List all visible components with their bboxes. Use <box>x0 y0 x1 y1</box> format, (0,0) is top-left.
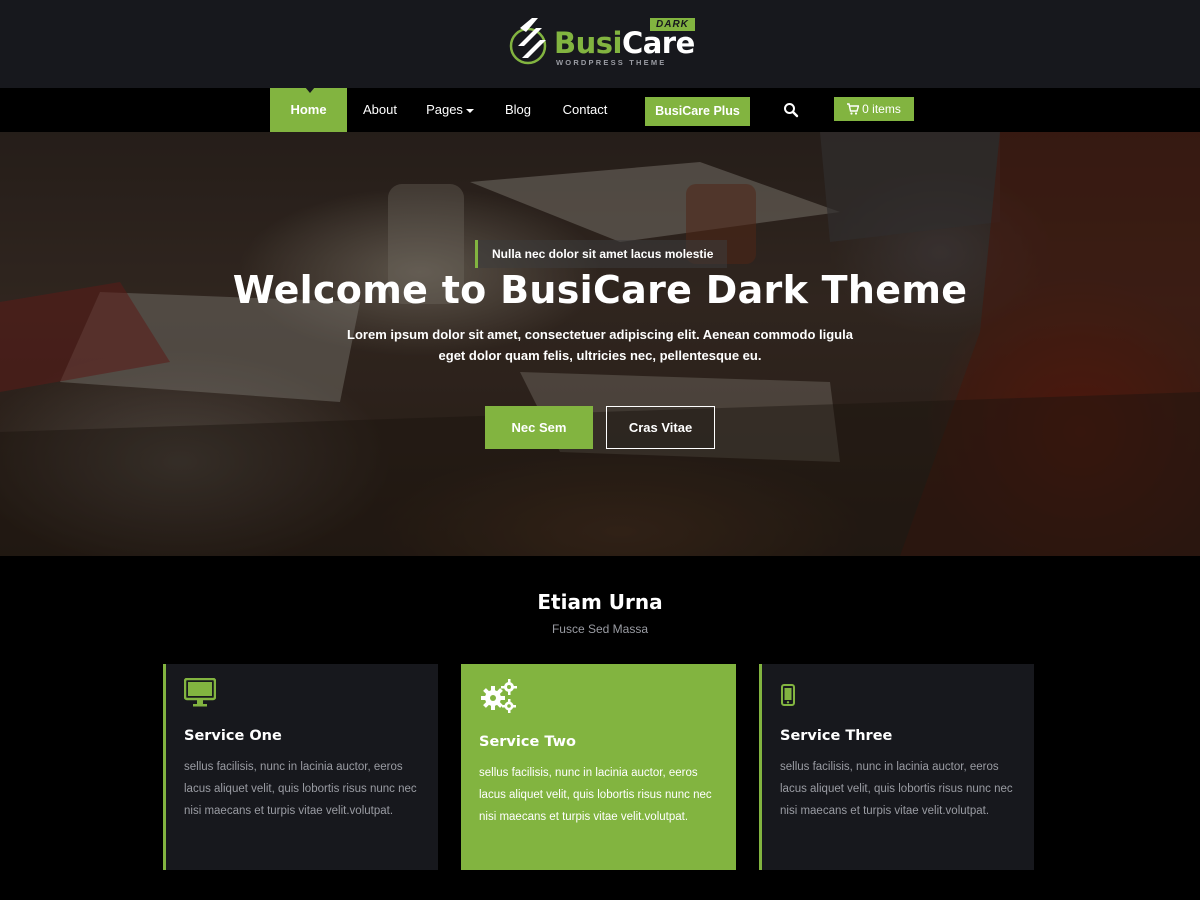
services-section: Etiam Urna Fusce Sed Massa Service One s… <box>0 556 1200 900</box>
service-card-three[interactable]: Service Three sellus facilisis, nunc in … <box>759 664 1034 870</box>
service-text: sellus facilisis, nunc in lacinia auctor… <box>184 761 417 817</box>
busicare-plus-button[interactable]: BusiCare Plus <box>645 97 750 126</box>
cras-vitae-button[interactable]: Cras Vitae <box>606 406 715 449</box>
service-card-one[interactable]: Service One sellus facilisis, nunc in la… <box>163 664 438 870</box>
service-title: Service Three <box>780 728 893 744</box>
section-title: Etiam Urna <box>537 590 663 614</box>
hero-kicker: Nulla nec dolor sit amet lacus molestie <box>475 240 728 268</box>
search-icon[interactable] <box>782 101 800 119</box>
desktop-icon <box>184 678 216 707</box>
logo-tagline: WORDPRESS THEME <box>556 58 667 67</box>
service-text: sellus facilisis, nunc in lacinia auctor… <box>780 761 1013 817</box>
mobile-icon <box>781 684 795 706</box>
nav-item-about[interactable]: About <box>356 88 404 132</box>
nav-item-pages-label: Pages <box>426 102 463 117</box>
site-header: BusiCare DARK WORDPRESS THEME <box>0 0 1200 88</box>
service-card-two[interactable]: Service Two sellus facilisis, nunc in la… <box>461 664 736 870</box>
caret-down-icon <box>465 108 474 113</box>
nav-item-blog[interactable]: Blog <box>500 88 536 132</box>
logo-badge: DARK <box>650 18 695 31</box>
logo-wordmark: BusiCare <box>554 26 695 60</box>
service-title: Service One <box>184 728 282 744</box>
hero-description: Lorem ipsum dolor sit amet, consectetuer… <box>347 327 853 363</box>
shopping-cart-icon <box>847 103 860 115</box>
site-logo[interactable]: BusiCare DARK WORDPRESS THEME <box>508 14 698 72</box>
nec-sem-button[interactable]: Nec Sem <box>485 406 593 449</box>
nav-item-pages[interactable]: Pages <box>424 88 476 132</box>
nav-item-contact[interactable]: Contact <box>556 88 614 132</box>
hero-title: Welcome to BusiCare Dark Theme <box>232 268 968 312</box>
main-navbar: Home About Pages Blog Contact BusiCare P… <box>0 87 1200 132</box>
logo-mark-icon <box>509 18 547 65</box>
section-subtitle: Fusce Sed Massa <box>551 622 649 636</box>
service-title: Service Two <box>479 734 576 750</box>
hero-slider: Nulla nec dolor sit amet lacus molestie … <box>0 132 1200 556</box>
nav-item-home[interactable]: Home <box>270 87 347 132</box>
cart-label: 0 items <box>862 102 901 116</box>
gears-icon <box>481 679 517 713</box>
cart-button[interactable]: 0 items <box>834 97 914 121</box>
service-text: sellus facilisis, nunc in lacinia auctor… <box>479 767 712 823</box>
